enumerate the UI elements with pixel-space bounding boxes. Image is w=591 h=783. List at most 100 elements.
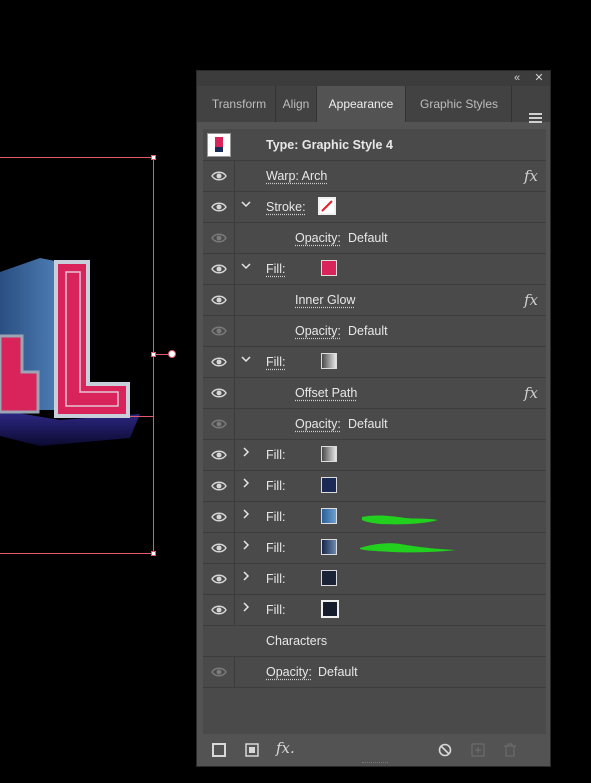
opacity-value: Default <box>348 324 388 338</box>
3d-letters-artwork[interactable] <box>0 0 196 783</box>
row-label[interactable]: Opacity: <box>295 223 341 253</box>
fill-row[interactable]: Fill: <box>203 502 546 533</box>
visibility-eye-icon[interactable] <box>211 448 227 460</box>
row-label[interactable]: Fill: <box>266 440 285 470</box>
visibility-eye-icon[interactable] <box>211 169 227 181</box>
chevron-down-icon[interactable] <box>239 260 253 276</box>
fill-color-swatch[interactable] <box>321 600 339 618</box>
chevron-right-icon[interactable] <box>239 446 253 462</box>
fill-color-swatch[interactable] <box>321 539 337 555</box>
row-label[interactable]: Inner Glow <box>295 285 355 315</box>
tab-transform[interactable]: Transform <box>203 86 275 122</box>
visibility-eye-icon[interactable] <box>211 293 227 305</box>
row-label[interactable]: Opacity: <box>295 409 341 439</box>
center-point-handle[interactable] <box>168 350 176 358</box>
fill-color-swatch[interactable] <box>321 353 337 369</box>
row-divider <box>234 533 235 563</box>
row-label[interactable]: Offset Path <box>295 378 357 408</box>
row-divider <box>234 347 235 377</box>
visibility-eye-icon[interactable] <box>211 386 227 398</box>
visibility-eye-icon[interactable] <box>211 510 227 522</box>
clear-appearance-icon[interactable] <box>438 743 452 757</box>
add-new-stroke-icon[interactable] <box>212 743 226 757</box>
visibility-eye-icon[interactable] <box>211 355 227 367</box>
visibility-eye-icon[interactable] <box>211 665 227 677</box>
delete-item-icon[interactable] <box>503 743 517 757</box>
chevron-down-icon[interactable] <box>239 198 253 214</box>
fill-color-swatch[interactable] <box>321 477 337 493</box>
visibility-eye-icon[interactable] <box>211 572 227 584</box>
visibility-eye-icon[interactable] <box>211 479 227 491</box>
tab-appearance[interactable]: Appearance <box>317 86 405 122</box>
row-label[interactable]: Opacity: <box>266 657 312 687</box>
selection-handle-bottom-right[interactable] <box>151 551 156 556</box>
row-label[interactable]: Fill: <box>266 564 285 594</box>
visibility-eye-icon[interactable] <box>211 262 227 274</box>
fx-effect-icon[interactable]: fx <box>524 285 538 315</box>
add-new-effect-icon[interactable]: fx. <box>276 739 300 757</box>
row-label[interactable]: Warp: Arch <box>266 161 327 191</box>
row-divider <box>234 316 235 346</box>
fill-color-swatch[interactable] <box>321 446 337 462</box>
row-divider <box>234 440 235 470</box>
tab-graphic-styles[interactable]: Graphic Styles <box>407 86 511 122</box>
selection-handle-top-right[interactable] <box>151 155 156 160</box>
fill-row[interactable]: Fill: <box>203 440 546 471</box>
visibility-eye-icon[interactable] <box>211 603 227 615</box>
fill-row[interactable]: Fill: <box>203 595 546 626</box>
chevron-right-icon[interactable] <box>239 508 253 524</box>
row-label[interactable]: Stroke: <box>266 192 306 222</box>
duplicate-item-icon[interactable] <box>471 743 485 757</box>
characters-row[interactable]: Characters <box>203 626 546 657</box>
fx-effect-icon[interactable]: fx <box>524 378 538 408</box>
tab-align[interactable]: Align <box>276 86 316 122</box>
selection-handle-middle-right[interactable] <box>151 352 156 357</box>
opacity-row[interactable]: Opacity: Default <box>203 316 546 347</box>
effect-row[interactable]: Offset Path fx <box>203 378 546 409</box>
chevron-right-icon[interactable] <box>239 570 253 586</box>
opacity-row[interactable]: Opacity: Default <box>203 409 546 440</box>
row-label[interactable]: Fill: <box>266 347 285 377</box>
fill-color-swatch[interactable] <box>321 570 337 586</box>
effect-row[interactable]: Inner Glow fx <box>203 285 546 316</box>
opacity-value: Default <box>348 231 388 245</box>
chevron-right-icon[interactable] <box>239 601 253 617</box>
row-label[interactable]: Fill: <box>266 595 285 625</box>
row-label[interactable]: Fill: <box>266 471 285 501</box>
visibility-eye-icon[interactable] <box>211 231 227 243</box>
chevron-right-icon[interactable] <box>239 477 253 493</box>
close-panel-icon[interactable]: ✕ <box>532 71 546 86</box>
opacity-row[interactable]: Opacity: Default <box>203 657 546 688</box>
fill-row[interactable]: Fill: <box>203 564 546 595</box>
fill-row[interactable]: Fill: <box>203 254 546 285</box>
artboard-canvas[interactable] <box>0 0 196 783</box>
row-label[interactable]: Fill: <box>266 533 285 563</box>
fill-row[interactable]: Fill: <box>203 471 546 502</box>
stroke-color-swatch[interactable] <box>318 197 336 215</box>
row-divider <box>234 409 235 439</box>
row-label[interactable]: Opacity: <box>295 316 341 346</box>
opacity-row[interactable]: Opacity: Default <box>203 223 546 254</box>
visibility-eye-icon[interactable] <box>211 200 227 212</box>
fill-row[interactable]: Fill: <box>203 347 546 378</box>
selection-top-edge <box>0 157 154 158</box>
chevron-down-icon[interactable] <box>239 353 253 369</box>
panel-resize-grip[interactable] <box>362 762 388 767</box>
visibility-eye-icon[interactable] <box>211 417 227 429</box>
collapse-panel-icon[interactable]: « <box>510 71 524 86</box>
chevron-right-icon[interactable] <box>239 539 253 555</box>
add-new-fill-icon[interactable] <box>245 743 259 757</box>
row-label[interactable]: Fill: <box>266 254 285 284</box>
stroke-row[interactable]: Stroke: <box>203 192 546 223</box>
fx-effect-icon[interactable]: fx <box>524 161 538 191</box>
visibility-eye-icon[interactable] <box>211 541 227 553</box>
fill-color-swatch[interactable] <box>321 508 337 524</box>
fill-color-swatch[interactable] <box>321 260 337 276</box>
panel-title-bar[interactable]: « ✕ <box>197 71 550 86</box>
effect-row[interactable]: Warp: Arch fx <box>203 161 546 192</box>
fill-row[interactable]: Fill: <box>203 533 546 564</box>
row-divider <box>234 595 235 625</box>
visibility-eye-icon[interactable] <box>211 324 227 336</box>
hamburger-menu-icon[interactable] <box>529 113 542 124</box>
row-label[interactable]: Fill: <box>266 502 285 532</box>
